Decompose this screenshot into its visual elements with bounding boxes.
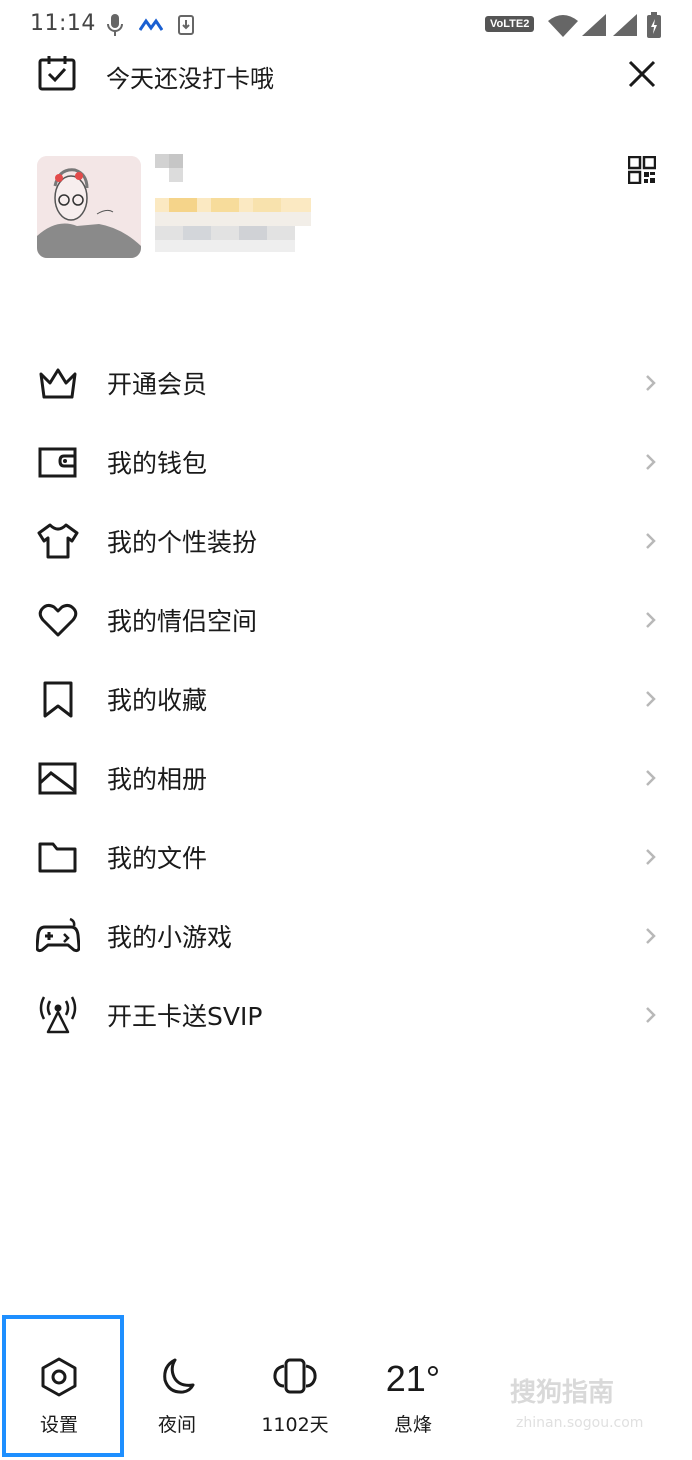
weather-button[interactable]: 21° 息烽 [354,1340,472,1460]
menu-item-label: 我的情侣空间 [107,607,258,636]
settings-icon [0,1356,118,1398]
folder-icon [36,838,80,876]
weather-temperature: 21° [385,1358,441,1399]
settings-button[interactable]: 设置 [0,1340,118,1460]
days-badge-button[interactable]: 1102天 [236,1340,354,1460]
chevron-right-icon [645,532,657,554]
settings-label: 设置 [39,1414,78,1436]
menu-item-king-card[interactable]: 开王卡送SVIP [0,975,692,1054]
battery-icon [647,12,661,42]
heart-icon [36,601,80,639]
avatar[interactable] [37,156,141,258]
broadcast-icon [36,996,80,1034]
menu-item-album[interactable]: 我的相册 [0,738,692,817]
status-time: 11:14 [30,11,96,36]
menu-item-games[interactable]: 我的小游戏 [0,896,692,975]
profile-card[interactable] [0,140,692,280]
crown-icon [36,364,80,402]
menu-item-favorites[interactable]: 我的收藏 [0,659,692,738]
moon-icon [118,1356,236,1398]
menu-item-label: 我的个性装扮 [107,528,258,557]
chevron-right-icon [645,848,657,870]
close-icon[interactable] [627,59,657,93]
menu-item-label: 我的收藏 [107,686,208,715]
night-mode-label: 夜间 [157,1414,196,1436]
checkin-header: 今天还没打卡哦 [0,50,692,102]
download-icon [178,15,194,39]
menu-item-label: 我的文件 [107,844,208,873]
menu-item-wallet[interactable]: 我的钱包 [0,422,692,501]
days-label: 1102天 [261,1414,329,1436]
menu-item-vip[interactable]: 开通会员 [0,343,692,422]
chevron-right-icon [645,1006,657,1028]
chevron-right-icon [645,927,657,949]
menu-item-label: 开通会员 [107,370,208,399]
tshirt-icon [36,522,80,560]
menu-item-label: 我的小游戏 [107,923,233,952]
gamepad-icon [35,917,81,955]
menu-item-label: 开王卡送SVIP [107,1002,263,1031]
calendar-check-icon[interactable] [38,55,76,95]
menu-list: 开通会员 我的钱包 我的个性装扮 我的情侣空间 我的收藏 我的相册 我的文件 我… [0,343,692,1054]
menu-item-theme[interactable]: 我的个性装扮 [0,501,692,580]
status-bar: 11:14 VoLTE2 [0,0,692,50]
signal-2-icon [613,14,637,40]
chevron-right-icon [645,611,657,633]
app-notification-icon [138,17,164,36]
wifi-icon [548,15,578,41]
watermark-url: zhinan.sogou.com [516,1415,644,1431]
winged-badge-icon [236,1356,354,1398]
image-icon [36,759,80,797]
menu-item-label: 我的相册 [107,765,208,794]
wallet-icon [36,443,80,481]
chevron-right-icon [645,453,657,475]
night-mode-button[interactable]: 夜间 [118,1340,236,1460]
menu-item-files[interactable]: 我的文件 [0,817,692,896]
volte-badge: VoLTE2 [485,16,535,32]
bookmark-icon [36,680,80,718]
chevron-right-icon [645,690,657,712]
qr-code-icon[interactable] [627,155,657,188]
checkin-text[interactable]: 今天还没打卡哦 [106,59,274,94]
weather-city: 息烽 [393,1414,432,1436]
chevron-right-icon [645,374,657,396]
menu-item-couple[interactable]: 我的情侣空间 [0,580,692,659]
signal-1-icon [582,14,606,40]
watermark-text: 搜狗指南 [510,1378,615,1408]
menu-item-label: 我的钱包 [107,449,208,478]
microphone-icon [106,13,124,41]
nickname-blurred [155,154,311,258]
chevron-right-icon [645,769,657,791]
